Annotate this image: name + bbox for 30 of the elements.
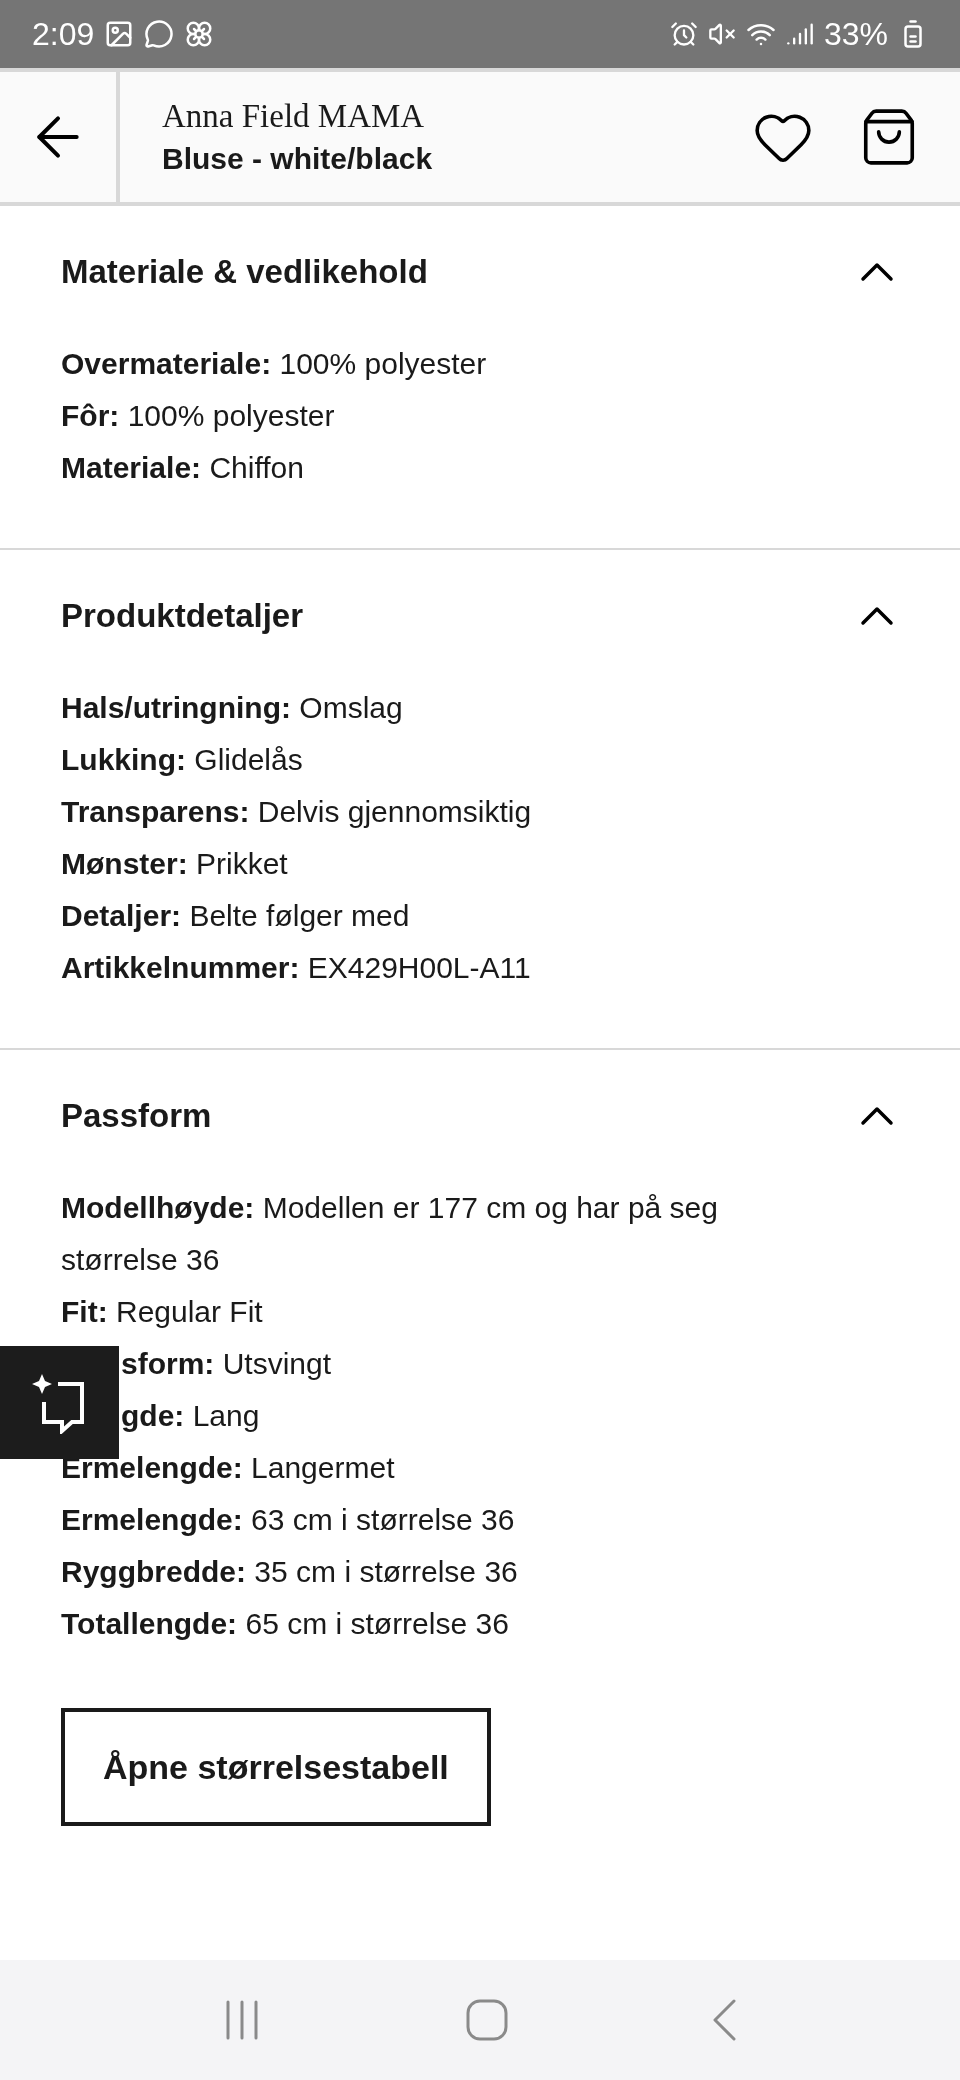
brand-name: Anna Field MAMA [162,97,426,136]
home-icon [466,1999,508,2041]
detail-text: Hals/utringning: Omslag [61,690,404,726]
section-title: Materiale & vedlikehold [61,252,428,293]
detail-text: Ryggbredde: 35 cm i størrelse 36 [61,1554,519,1590]
section-title: Produktdetaljer [61,596,304,637]
detail-text: Materiale: Chiffon [61,450,305,486]
detail-text: Ermelengde: 63 cm i størrelse 36 [61,1502,516,1538]
detail-text: Detaljer: Belte følger med [61,898,411,934]
image-icon [104,19,135,49]
status-time: 2:09 [32,15,95,54]
back-nav-icon [712,1999,738,2041]
product-name: Bluse - white/black [162,141,434,177]
detail-text: Fôr: 100% polyester [61,398,336,434]
detail-text: Lukking: Glidelås [61,742,304,778]
size-table-button[interactable]: Åpne størrelsestabell [61,1708,491,1826]
chat-icon [144,19,175,49]
detail-text: Overmateriale: 100% polyester [61,346,488,382]
detail-text: gde: Lang [120,1398,261,1434]
section-title: Passform [61,1096,212,1137]
detail-text: Mønster: Prikket [61,846,289,882]
detail-text: Modellhøyde: Modellen er 177 cm og har på seg størrelse 36 [61,1190,719,1278]
detail-text: Fit: Regular Fit [61,1294,264,1330]
detail-text: Artikkelnummer: EX429H00L-A11 [61,950,532,986]
detail-text: Transparens: Delvis gjennomsiktig [61,794,533,830]
detail-text: sform: Utsvingt [120,1346,333,1382]
alarm-icon [669,20,698,48]
detail-text: Totallengde: 65 cm i størrelse 36 [61,1606,510,1642]
battery-percent: 33% [823,15,888,54]
detail-text: Ermelengde: Langermet [61,1450,396,1486]
